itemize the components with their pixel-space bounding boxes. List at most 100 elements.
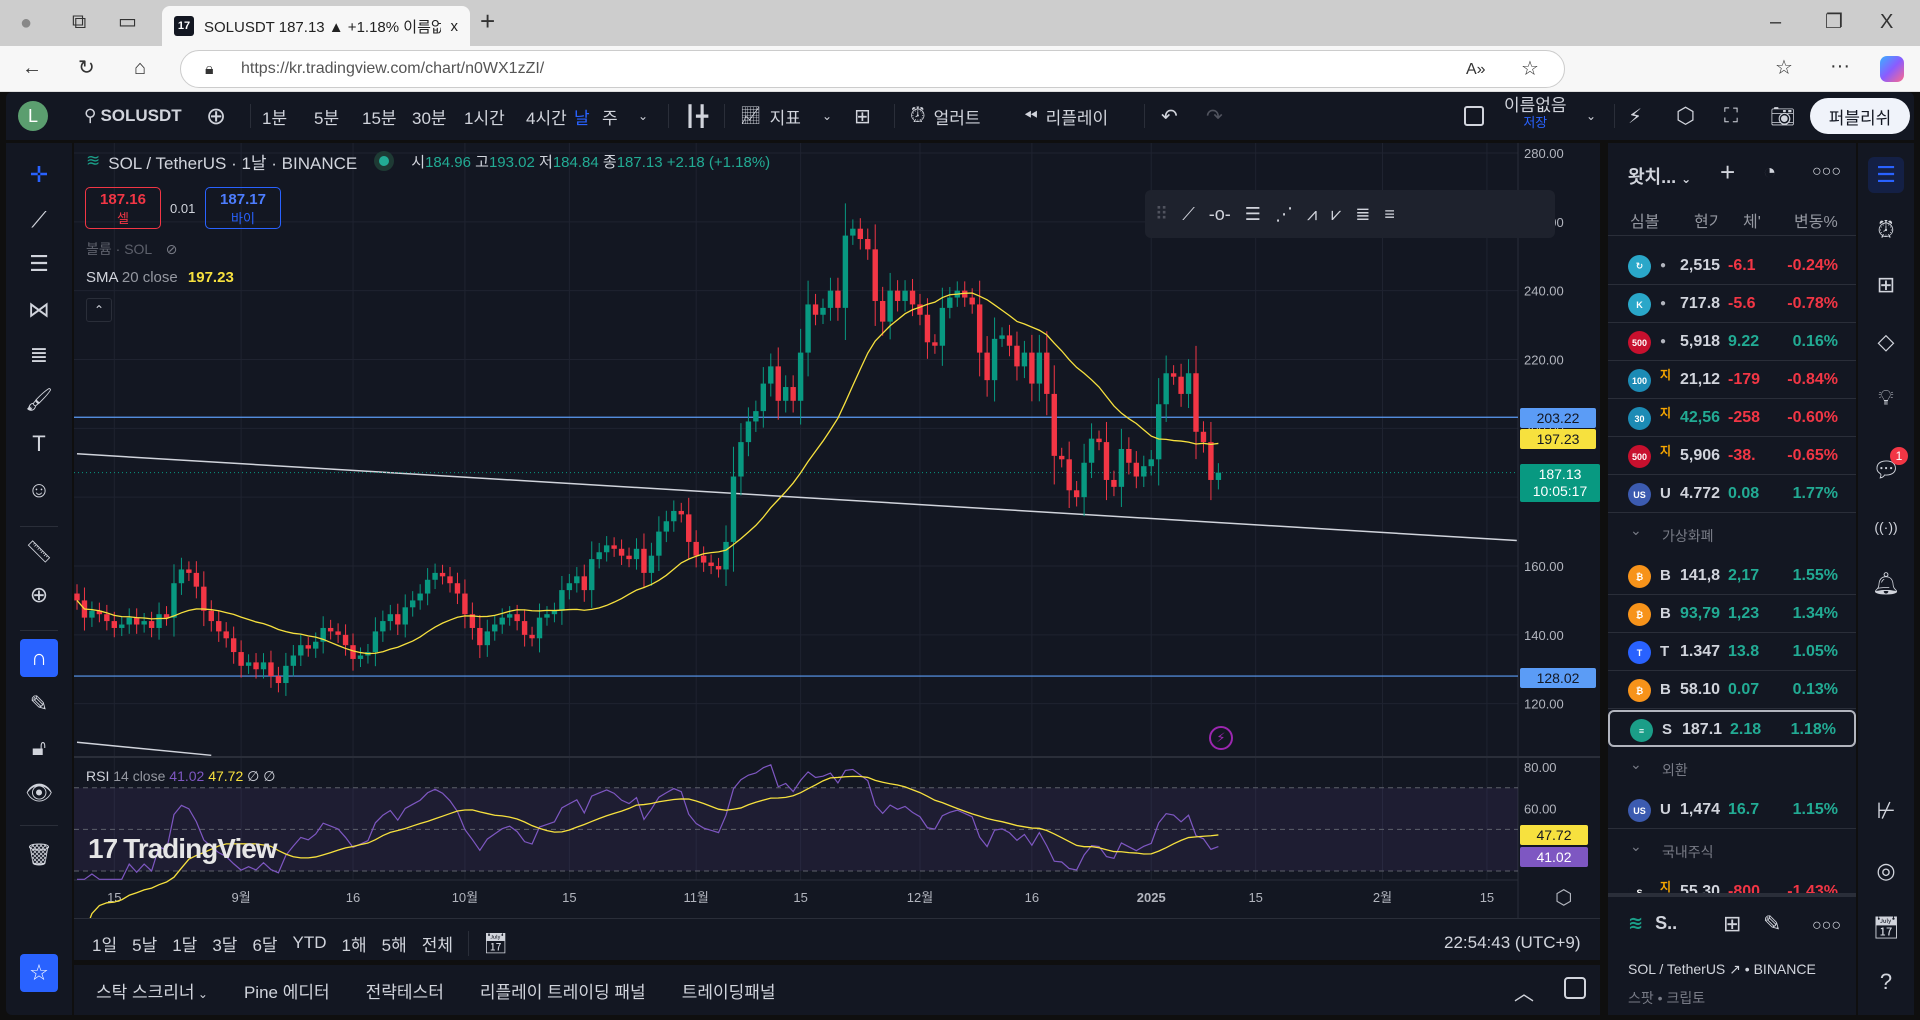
elliott-wave-15-icon[interactable]: ⩘: [1307, 204, 1317, 225]
timeframe-6[interactable]: 날: [574, 92, 590, 140]
browser-tab-active[interactable]: 17 SOLUSDT 187.13 ▲ +1.18% 이름없음 x: [162, 6, 470, 46]
range-8[interactable]: 전체: [422, 931, 453, 956]
prediction-icon[interactable]: ≣: [20, 336, 58, 374]
lock-icon[interactable]: 🔒︎: [205, 60, 214, 80]
horizontal-ray-icon[interactable]: -o-: [1209, 204, 1231, 225]
lock-drawing-icon[interactable]: ✎: [20, 685, 58, 723]
timeframe-0[interactable]: 1분: [262, 92, 287, 140]
refresh-icon[interactable]: ↻: [78, 58, 95, 78]
add-list-icon[interactable]: ⊞: [1868, 267, 1904, 303]
settings-hexagon-icon[interactable]: ⬡: [1676, 92, 1695, 140]
watchlist-row[interactable]: ₿ B 58.10 0.07 0.13%: [1608, 672, 1856, 709]
indicators-chevron-icon[interactable]: ⌄: [822, 92, 832, 140]
timeframe-1[interactable]: 5분: [314, 92, 339, 140]
layout-grid-icon[interactable]: ⊞: [854, 92, 871, 140]
watchlist-row[interactable]: US U 1,474 16.7 1.15%: [1608, 792, 1856, 829]
target-icon[interactable]: ◎: [1868, 853, 1904, 889]
watchlist-group[interactable]: ⌄ 가상화폐: [1608, 514, 1856, 554]
replay-button[interactable]: ⏪︎ 리플레이: [1024, 92, 1108, 140]
layout-box-icon[interactable]: [1464, 106, 1484, 126]
timeframe-5[interactable]: 4시간: [526, 92, 567, 140]
tab-actions-icon[interactable]: ▭: [118, 12, 137, 32]
favorites-icon[interactable]: ☆: [1775, 58, 1793, 78]
layers-icon[interactable]: ◇: [1868, 324, 1904, 360]
timeframe-4[interactable]: 1시간: [464, 92, 505, 140]
lightning-event-icon[interactable]: ⚡︎: [1209, 726, 1233, 750]
axis-settings-icon[interactable]: ⬡: [1555, 885, 1572, 910]
new-tab-button[interactable]: +: [480, 8, 495, 34]
pitchfork-icon[interactable]: ⋰: [1275, 204, 1293, 225]
collapse-legend-button[interactable]: ⌃: [86, 298, 112, 322]
redo-icon[interactable]: ↷: [1206, 92, 1223, 140]
fib-retracement-icon[interactable]: ≡: [1384, 204, 1395, 225]
maximize-button[interactable]: ❐: [1825, 12, 1843, 32]
legend-title[interactable]: SOL / TetherUS · 1날 · BINANCE: [108, 149, 357, 174]
fib-channel-icon[interactable]: ≣: [1355, 204, 1370, 225]
candle-style-icon[interactable]: ┃╋: [684, 92, 708, 140]
watchlist-row[interactable]: 500 ● 5,918 9.22 0.16%: [1608, 324, 1856, 361]
watchlist-row[interactable]: S 지 55,30 -800 -1.43%: [1608, 874, 1856, 893]
star-icon[interactable]: ☆: [20, 954, 58, 992]
undo-icon[interactable]: ↶: [1161, 92, 1178, 140]
detail-more-icon[interactable]: ○○○: [1812, 917, 1841, 935]
goto-date-calendar-icon[interactable]: 📅︎: [468, 930, 508, 956]
brush-icon[interactable]: 🖌︎: [20, 381, 58, 419]
ruler-icon[interactable]: 📏︎: [20, 533, 58, 571]
alarm-icon[interactable]: ⏰︎: [1868, 212, 1904, 248]
layout-name-button[interactable]: 이름없음 저장: [1504, 97, 1567, 131]
range-2[interactable]: 1달: [172, 931, 197, 956]
grid-icon[interactable]: ⊞: [1723, 911, 1741, 937]
watchlist-row[interactable]: K ● 717.8 -5.6 -0.78%: [1608, 286, 1856, 323]
chart-panel[interactable]: 159월1610월1511월1512월162025152월15280.00260…: [74, 143, 1600, 960]
watchlist-row[interactable]: 100 지 21,12 -179 -0.84%: [1608, 362, 1856, 399]
floating-drawing-toolbar[interactable]: ⠿ ⟋ -o- ☰ ⋰ ⩘ ⩗ ≣ ≡: [1145, 190, 1555, 238]
ideas-icon[interactable]: 💡︎: [1868, 380, 1904, 416]
minimize-button[interactable]: –: [1770, 12, 1781, 32]
favorite-star-icon[interactable]: ☆: [1521, 59, 1539, 79]
timeframe-7[interactable]: 주: [602, 92, 618, 140]
buy-button[interactable]: 187.17 바이: [205, 187, 281, 229]
eye-hidden-icon[interactable]: ⊘: [166, 241, 178, 257]
symbol-search[interactable]: ⚲ SOLUSDT: [84, 92, 182, 140]
tab-close-button[interactable]: x: [451, 18, 459, 35]
fib-retracement-icon[interactable]: ☰: [20, 245, 58, 283]
bottom-tab-2[interactable]: 전략테스터: [366, 978, 444, 1003]
watchlist-row[interactable]: ₿ B 93,79 1,23 1.34%: [1608, 596, 1856, 633]
more-icon[interactable]: ···: [1830, 56, 1850, 76]
range-7[interactable]: 5해: [382, 931, 407, 956]
external-link-icon[interactable]: ↗: [1729, 961, 1741, 977]
pattern-icon[interactable]: ⋈: [20, 291, 58, 329]
window-close-button[interactable]: X: [1880, 12, 1893, 32]
workspaces-icon[interactable]: ⧉: [72, 12, 86, 32]
rsi-legend[interactable]: RSI 14 close 41.02 47.72 ∅ ∅: [86, 768, 275, 785]
url-field[interactable]: 🔒︎ https://kr.tradingview.com/chart/n0WX…: [180, 50, 1565, 88]
watchlist-row[interactable]: T T 1.347 13.8 1.05%: [1608, 634, 1856, 671]
help-icon[interactable]: ?: [1868, 964, 1904, 1000]
trash-icon[interactable]: 🗑︎: [20, 836, 58, 874]
watchlist-icon[interactable]: ☰: [1868, 157, 1904, 193]
indicators-button[interactable]: 📈︎ 지표: [740, 92, 801, 140]
back-icon[interactable]: ←: [22, 58, 42, 78]
watchlist-group[interactable]: ⌄ 국내주식: [1608, 830, 1856, 870]
compare-add-icon[interactable]: ⊕: [206, 92, 226, 140]
watchlist-row[interactable]: ↻ ● 2,515 -6.1 -0.24%: [1608, 248, 1856, 285]
sma-legend[interactable]: SMA 20 close 197.23: [86, 269, 234, 286]
timeframe-3[interactable]: 30분: [412, 92, 447, 140]
avatar[interactable]: L: [18, 101, 48, 131]
watchlist-row[interactable]: ₿ B 141,8 2,17 1.55%: [1608, 558, 1856, 595]
panel-divider[interactable]: [1608, 893, 1856, 897]
calendar-icon[interactable]: 📅︎: [1868, 910, 1904, 946]
camera-icon[interactable]: 📷︎: [1770, 92, 1795, 140]
bottom-tab-0[interactable]: 스탁 스크리너 ⌄: [96, 978, 208, 1003]
magnet-icon[interactable]: ∩: [20, 639, 58, 677]
drag-handle-icon[interactable]: ⠿: [1155, 204, 1168, 225]
profile-icon[interactable]: ●: [20, 13, 32, 33]
bottom-tab-4[interactable]: 트레이딩패널: [682, 978, 776, 1003]
emoji-icon[interactable]: ☺: [20, 471, 58, 509]
bottom-tab-1[interactable]: Pine 에디터: [244, 978, 330, 1003]
zoom-in-icon[interactable]: ⊕: [20, 576, 58, 614]
chart-canvas[interactable]: 159월1610월1511월1512월162025152월15280.00260…: [74, 143, 1600, 918]
bottom-tab-3[interactable]: 리플레이 트레이딩 패널: [480, 978, 646, 1003]
maximize-panel-icon[interactable]: [1564, 977, 1586, 999]
range-1[interactable]: 5날: [132, 931, 157, 956]
